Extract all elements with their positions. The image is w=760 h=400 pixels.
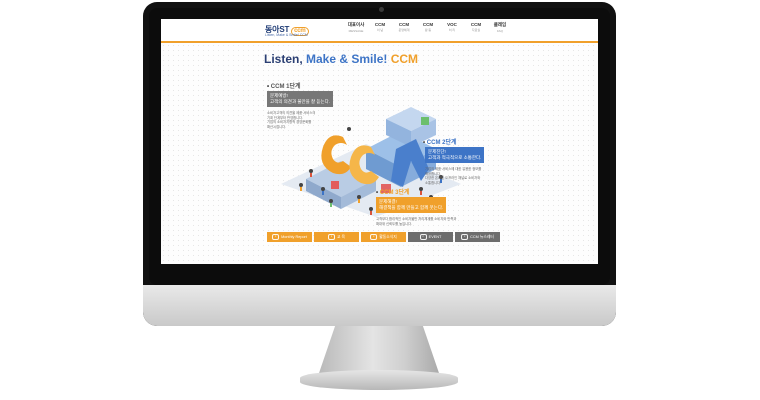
nav-sublabel: 이 념 xyxy=(376,28,384,32)
ccm-badge-icon: c xyxy=(327,234,335,240)
monthly-report-button[interactable]: c Monthly Report xyxy=(267,232,312,242)
stage2-title: • CCM 2단계 xyxy=(423,140,457,146)
ccm-badge-icon: c xyxy=(419,234,427,240)
education-button[interactable]: c 교 육 xyxy=(314,232,359,242)
button-label: 활동소식지 xyxy=(379,234,397,239)
nav-item-ccm-operation[interactable]: CCM 운영체계 xyxy=(392,22,416,33)
nav-sublabel: 처 리 xyxy=(448,28,456,32)
nav-item-ccm-ideology[interactable]: CCM 이 념 xyxy=(368,22,392,33)
event-button[interactable]: c EVENT xyxy=(408,232,453,242)
hero-title-part1: Listen, xyxy=(264,52,303,66)
button-label: Monthly Report xyxy=(281,235,307,239)
stage2-desc-line: 다양한 온라인 오프라인 채널로 소비자와 xyxy=(425,176,481,180)
ccm-badge-icon: c xyxy=(272,234,280,240)
monitor-chin xyxy=(143,285,616,326)
ccm-badge-icon: c xyxy=(461,234,469,240)
nav-sublabel: MESSAGE xyxy=(348,29,364,33)
monitor-foot xyxy=(300,370,458,390)
ccm-badge-icon: c xyxy=(370,234,378,240)
stage2-desc-line: 기업의 제품·서비스에 대한 유용한 정보를 xyxy=(425,167,482,171)
nav-label: 대표이사 xyxy=(347,22,365,27)
site-header: 동아ST ccm Listen, Make & Smile! CCM 대표이사 M… xyxy=(161,19,598,43)
stage3-title: • CCM 3단계 xyxy=(376,190,410,196)
button-label: EVENT xyxy=(428,235,442,239)
stage3-box-line2: 해결책을 함께 만들고 함께 웃는다. xyxy=(379,205,444,210)
stage1-desc-line: 확산시킵니다. xyxy=(267,124,287,129)
stage2-title-text: CCM 2단계 xyxy=(426,140,457,146)
stage3-box: 문제해결! 해결책을 함께 만들고 함께 웃는다. xyxy=(376,197,447,213)
nav-label: CCM xyxy=(398,22,410,27)
stage1-title: • CCM 1단계 xyxy=(267,84,301,90)
nav-sublabel: FAQ xyxy=(496,29,503,33)
website-screen: 동아ST ccm Listen, Make & Smile! CCM 대표이사 M… xyxy=(161,19,598,264)
stage3-desc-line: 고객보다 합리적인 소비자불만 처리체계를 소비자와 만족과 xyxy=(376,217,457,221)
bottom-quick-nav: c Monthly Report c 교 육 c 활동소식지 c EVENT c… xyxy=(267,232,500,242)
nav-item-ccm-archive[interactable]: CCM 자료실 xyxy=(464,22,488,33)
stage1-title-text: CCM 1단계 xyxy=(270,84,301,90)
stage2-box: 문제진단! 고객과 적극적으로 소통한다. xyxy=(425,147,485,163)
nav-item-claim-faq[interactable]: 클레임 FAQ xyxy=(488,22,512,33)
nav-sublabel: 자료실 xyxy=(471,28,481,32)
nav-item-ceo-message[interactable]: 대표이사 MESSAGE xyxy=(344,22,368,33)
stage2-desc-line: 소통합니다. xyxy=(425,180,442,185)
stage1-desc-line: 기업의 소비자지향적 경영문화를 xyxy=(267,120,312,124)
stage1-box: 문제예방! 고객의 의견과 불만을 잘 듣는다. xyxy=(267,91,334,107)
logo-tagline: Listen, Make & Smile! CCM xyxy=(265,33,308,37)
stage3-title-text: CCM 3단계 xyxy=(379,190,410,196)
stage3-desc: 고객보다 합리적인 소비자불만 처리체계를 소비자와 만족과 확대와 신뢰도를 … xyxy=(376,217,456,226)
nav-label: CCM xyxy=(374,22,386,27)
stage1-desc: 소비자고객의 의견을 제품·서비스의 기획 단계부터 반영합니다. 기업의 소비… xyxy=(267,111,315,129)
hero-title-part2: Make & Smile! xyxy=(302,52,388,66)
nav-label: CCM xyxy=(470,22,482,27)
camera-icon xyxy=(379,7,384,12)
nav-label: VOC xyxy=(447,22,457,27)
stage3-desc-line: 확대와 신뢰도를 높입니다. xyxy=(376,221,413,226)
nav-sublabel: 활 동 xyxy=(424,28,432,32)
hero-title: Listen, Make & Smile! CCM xyxy=(264,52,418,66)
hero-title-part3: CCM xyxy=(387,52,419,66)
stage1-desc-line: 소비자고객의 의견을 제품·서비스의 xyxy=(267,111,316,115)
nav-item-voc[interactable]: VOC 처 리 xyxy=(440,22,464,33)
stage2-box-line2: 고객과 적극적으로 소통한다. xyxy=(428,155,482,160)
main-nav: 대표이사 MESSAGE CCM 이 념 CCM 운영체계 CCM 활 동 VO… xyxy=(344,22,512,33)
monitor-stand xyxy=(318,326,440,376)
ccm-newsletter-button[interactable]: c CCM 뉴스레터 xyxy=(455,232,500,242)
stage2-desc: 기업의 제품·서비스에 대한 유용한 정보를 제공합니다. 다양한 온라인 오프… xyxy=(425,167,481,185)
nav-item-ccm-activity[interactable]: CCM 활 동 xyxy=(416,22,440,33)
nav-label: CCM xyxy=(422,22,434,27)
button-label: CCM 뉴스레터 xyxy=(470,234,494,239)
nav-sublabel: 운영체계 xyxy=(398,28,410,32)
nav-label: 클레임 xyxy=(493,22,507,27)
stage1-box-line2: 고객의 의견과 불만을 잘 듣는다. xyxy=(270,99,331,104)
newsletter-activity-button[interactable]: c 활동소식지 xyxy=(361,232,406,242)
button-label: 교 육 xyxy=(336,234,346,239)
